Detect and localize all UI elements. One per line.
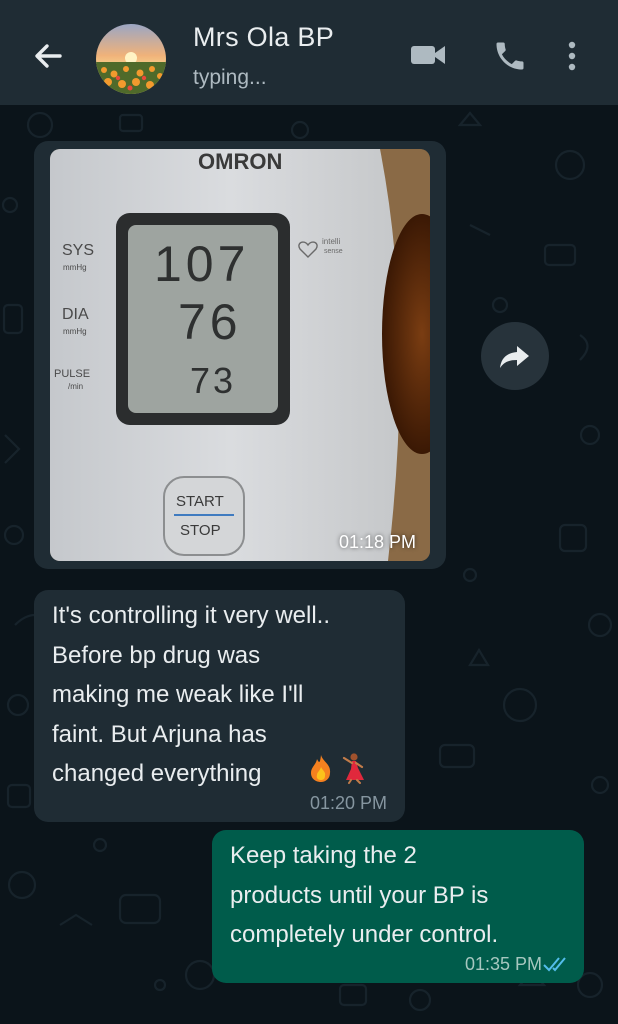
read-receipt-icon [543, 957, 566, 972]
pulse-reading: 73 [190, 360, 236, 401]
fire-emoji [308, 753, 334, 788]
incoming-message-bubble[interactable]: It's controlling it very well.. Before b… [34, 590, 405, 822]
back-arrow-icon [35, 44, 62, 68]
bp-monitor-image: OMRON 107 76 73 SYS mmHg DIA mmHg PULSE … [50, 149, 430, 561]
forward-icon [500, 346, 529, 368]
sys-label: SYS [62, 242, 94, 259]
more-options-icon [568, 41, 576, 71]
voice-call-button[interactable] [492, 38, 528, 74]
message-text: Keep taking the 2 products until your BP… [230, 842, 499, 948]
video-call-icon [411, 46, 445, 64]
start-label: START [176, 493, 224, 510]
pulse-unit: /min [68, 382, 83, 391]
dia-label: DIA [62, 306, 89, 323]
back-button[interactable] [28, 36, 68, 76]
bp-monitor-photo[interactable]: OMRON 107 76 73 SYS mmHg DIA mmHg PULSE … [50, 149, 430, 561]
contact-name[interactable]: Mrs Ola BP [193, 22, 334, 53]
typing-status: typing... [193, 66, 267, 89]
dia-unit: mmHg [63, 327, 87, 336]
video-call-button[interactable] [408, 40, 448, 70]
sys-unit: mmHg [63, 263, 87, 272]
dia-reading: 76 [178, 294, 242, 350]
avatar-sunset-image [96, 24, 166, 94]
outgoing-message-bubble[interactable]: Keep taking the 2 products until your BP… [212, 830, 584, 983]
pulse-label: PULSE [54, 368, 90, 380]
more-options-button[interactable] [560, 38, 584, 74]
chat-header: Mrs Ola BP typing... [0, 0, 618, 105]
forward-button[interactable] [481, 322, 549, 390]
message-time: 01:20 PM [309, 793, 387, 813]
message-time: 01:18 PM [338, 532, 416, 552]
dancer-emoji [340, 752, 366, 789]
phone-icon [496, 42, 524, 70]
sys-reading: 107 [154, 236, 249, 292]
image-message-bubble[interactable]: OMRON 107 76 73 SYS mmHg DIA mmHg PULSE … [34, 141, 446, 569]
message-text: It's controlling it very well.. Before b… [52, 602, 331, 787]
message-time: 01:35 PM [464, 954, 542, 974]
svg-text:sense: sense [324, 248, 343, 255]
svg-text:intelli: intelli [322, 237, 340, 246]
contact-avatar[interactable] [96, 24, 166, 94]
brand-label: OMRON [198, 149, 282, 174]
stop-label: STOP [180, 522, 221, 539]
chat-area[interactable]: OMRON 107 76 73 SYS mmHg DIA mmHg PULSE … [0, 105, 618, 1024]
